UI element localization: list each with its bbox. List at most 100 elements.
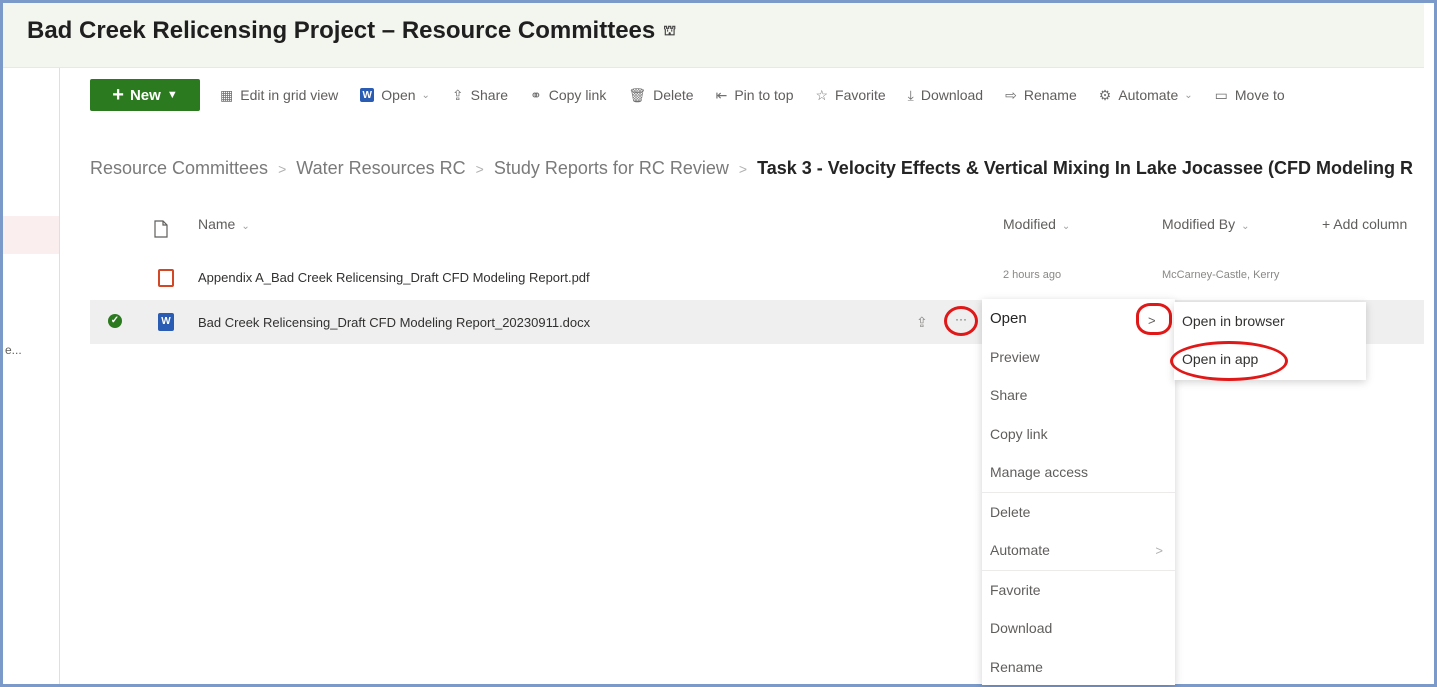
chevron-down-icon: ⌄ [241,221,250,232]
open-submenu: Open in browser Open in app [1174,302,1366,380]
site-header: Bad Creek Relicensing Project – Resource… [3,3,1424,68]
download-button[interactable]: ⤓ Download [908,87,983,104]
delete-label: Delete [653,87,694,103]
command-bar: + New ▼ ▦ Edit in grid view W Open ⌄ ⇪ Share… [90,78,1307,112]
word-icon: W [360,88,375,102]
open-button[interactable]: W Open ⌄ [360,87,430,103]
chevron-down-icon: ⌄ [421,89,430,101]
menu-item-open[interactable]: Open [982,299,1175,338]
share-icon: ⇪ [451,86,464,103]
menu-item-preview-label: Preview [990,348,1040,365]
column-modified-label: Modified [1003,216,1056,232]
teams-icon[interactable]: ⛫ [663,22,676,41]
chevron-right-icon[interactable]: > [1148,313,1156,328]
grid-icon: ▦ [220,86,234,103]
check-icon[interactable]: ✓ [108,314,122,328]
menu-item-favorite-label: Favorite [990,581,1041,598]
column-modified-by-label: Modified By [1162,216,1236,232]
menu-item-rename-label: Rename [990,658,1043,675]
menu-item-download-label: Download [990,620,1053,637]
rename-label: Rename [1023,87,1077,103]
menu-item-favorite[interactable]: Favorite [982,571,1175,610]
plus-icon: + [112,83,124,106]
move-icon: ▭ [1214,86,1228,103]
file-modified-by[interactable]: McCarney-Castle, Kerry [1162,269,1279,281]
new-button-label: New [129,86,161,104]
share-button[interactable]: ⇪ Share [452,87,508,104]
favorite-label: Favorite [835,87,886,103]
left-nav-selected-item[interactable] [3,216,59,254]
automate-icon: ⚙ [1098,86,1112,103]
add-column-label: + Add column [1322,216,1408,232]
column-header-modified[interactable]: Modified ⌄ [1003,216,1070,232]
chevron-right-icon: > [738,161,748,177]
left-nav-truncated-label[interactable]: e... [5,343,22,357]
star-icon: ☆ [815,86,829,103]
menu-item-delete-label: Delete [990,503,1031,520]
column-name-label: Name [198,216,236,232]
menu-item-automate[interactable]: Automate > [982,531,1175,570]
column-header-name[interactable]: Name ⌄ [198,216,250,232]
chevron-down-icon: ▼ [166,89,178,101]
file-type-icon [154,220,168,238]
automate-button[interactable]: ⚙ Automate ⌄ [1099,87,1193,104]
chevron-right-icon: > [1155,542,1163,558]
menu-item-delete[interactable]: Delete [982,493,1175,532]
delete-button[interactable]: 🗑 Delete [628,87,693,104]
trash-icon: 🗑 [628,86,647,103]
pin-to-top-button[interactable]: ⇤ Pin to top [716,87,794,104]
site-title: Bad Creek Relicensing Project – Resource… [27,17,676,45]
file-name[interactable]: Appendix A_Bad Creek Relicensing_Draft C… [198,270,590,285]
menu-item-preview[interactable]: Preview [982,338,1175,377]
add-column-button[interactable]: + Add column [1322,216,1407,232]
breadcrumb-item[interactable]: Resource Committees [90,158,268,178]
context-menu: Open Preview Share Copy link Manage acce… [982,299,1175,685]
share-icon[interactable]: ⇪ [916,314,928,331]
submenu-item-open-in-app-label: Open in app [1182,351,1259,367]
chevron-right-icon: > [278,161,287,177]
column-header-modified-by[interactable]: Modified By ⌄ [1162,216,1250,232]
submenu-item-open-in-browser-label: Open in browser [1182,313,1285,329]
chevron-right-icon: > [475,161,484,177]
pin-to-top-label: Pin to top [734,87,794,103]
left-navigation: e... [3,68,60,684]
menu-item-rename[interactable]: Rename [982,648,1175,687]
site-title-text: Bad Creek Relicensing Project – Resource… [27,17,656,44]
file-modified: 2 hours ago [1003,269,1062,281]
copy-link-label: Copy link [548,87,607,103]
menu-item-manage-access[interactable]: Manage access [982,453,1175,492]
edit-grid-view-button[interactable]: ▦ Edit in grid view [220,87,338,104]
rename-icon: ⇨ [1005,86,1017,103]
edit-grid-view-label: Edit in grid view [240,87,339,103]
rename-button[interactable]: ⇨ Rename [1005,87,1077,104]
pin-icon: ⇤ [715,86,728,103]
favorite-button[interactable]: ☆ Favorite [815,87,885,104]
menu-item-open-label: Open [990,309,1027,327]
menu-item-automate-label: Automate [990,542,1050,559]
open-label: Open [381,87,416,103]
move-to-button[interactable]: ▭ Move to [1215,87,1285,104]
menu-item-copy-link-label: Copy link [990,425,1048,442]
chevron-down-icon: ⌄ [1241,221,1250,232]
breadcrumb-item[interactable]: Water Resources RC [296,158,465,178]
chevron-down-icon: ⌄ [1184,89,1193,101]
download-label: Download [920,87,984,103]
chevron-down-icon: ⌄ [1061,221,1071,232]
new-button[interactable]: + New ▼ [90,79,200,111]
move-to-label: Move to [1234,87,1285,103]
share-label: Share [470,87,509,103]
submenu-item-open-in-browser[interactable]: Open in browser [1174,302,1366,340]
more-options-icon[interactable]: ··· [952,312,970,330]
copy-link-button[interactable]: ⚭ Copy link [530,87,606,104]
link-icon: ⚭ [530,86,542,103]
menu-item-download[interactable]: Download [982,609,1175,648]
breadcrumb: Resource Committees > Water Resources RC > S… [90,158,1413,179]
file-name[interactable]: Bad Creek Relicensing_Draft CFD Modeling… [198,315,590,330]
table-row[interactable]: Appendix A_Bad Creek Relicensing_Draft C… [90,256,1424,300]
download-icon: ⤓ [907,86,914,103]
menu-item-share[interactable]: Share [982,376,1175,415]
submenu-item-open-in-app[interactable]: Open in app [1174,340,1366,378]
menu-item-share-label: Share [990,387,1028,404]
menu-item-copy-link[interactable]: Copy link [982,415,1175,454]
breadcrumb-item[interactable]: Study Reports for RC Review [494,158,729,178]
